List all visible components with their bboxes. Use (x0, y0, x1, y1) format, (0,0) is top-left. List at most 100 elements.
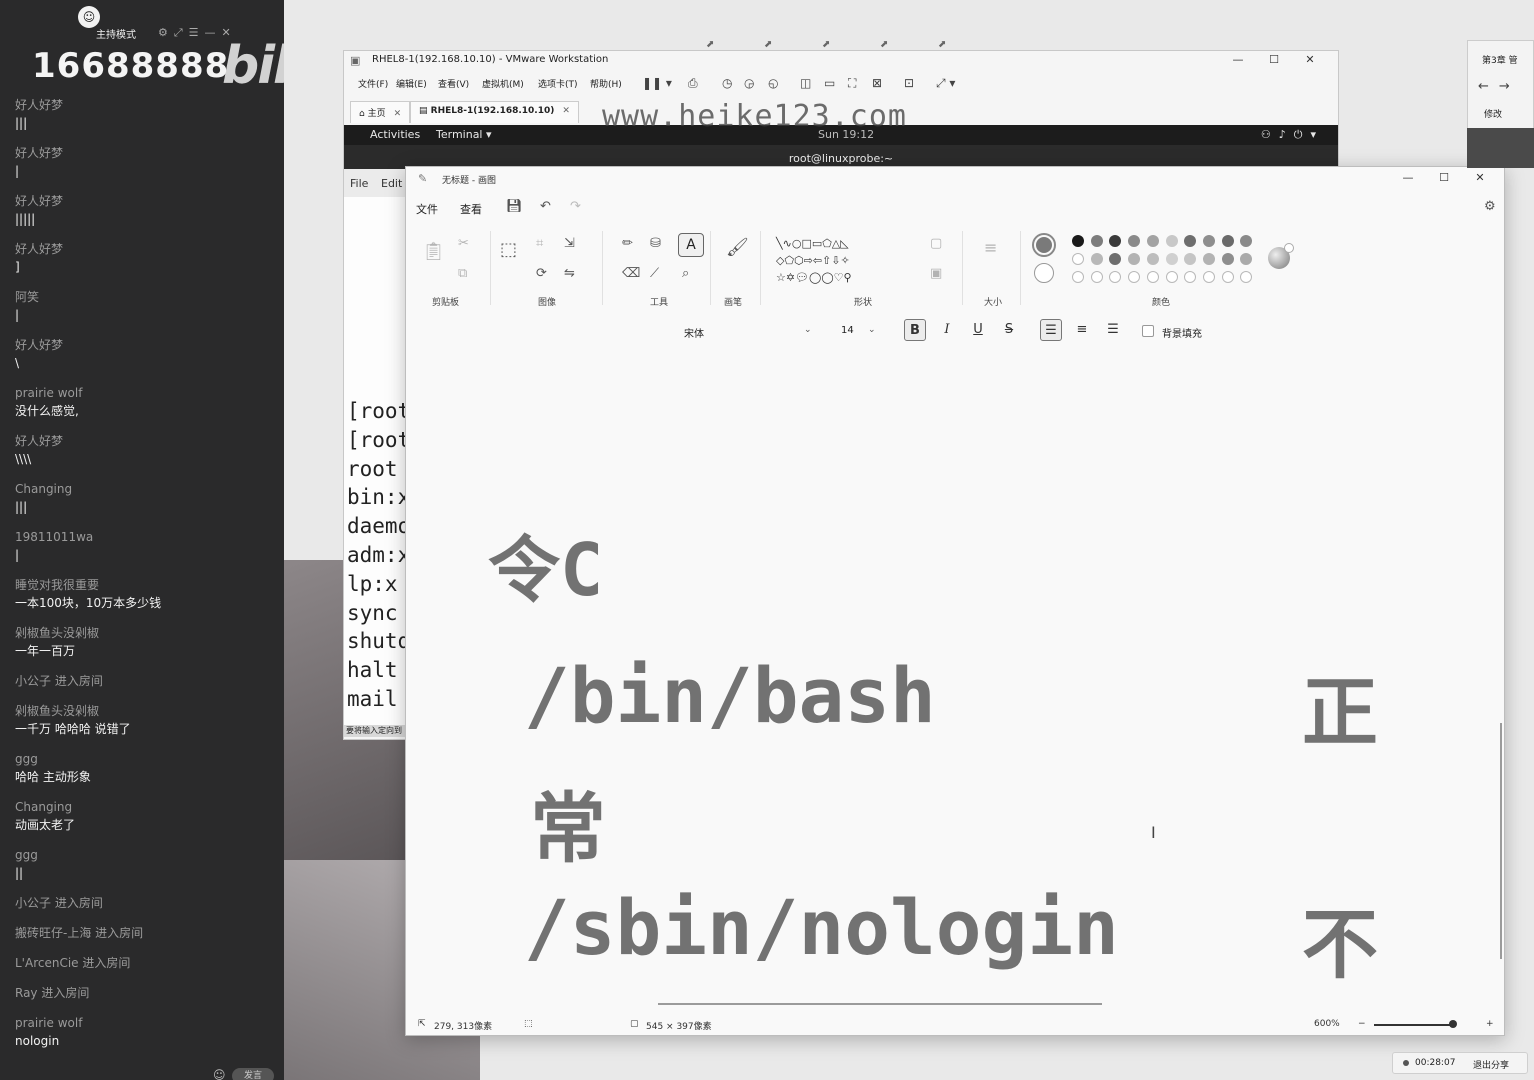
send-button[interactable]: 发言 (232, 1068, 274, 1080)
close-button[interactable]: ✕ (1462, 171, 1498, 184)
desktop-shortcut-icon[interactable]: ⬈ (938, 40, 948, 50)
magnifier-icon[interactable]: ⌕ (682, 267, 689, 281)
crop-icon[interactable]: ⌗ (536, 237, 543, 251)
brush-icon[interactable]: 🖌︎ (726, 239, 749, 257)
menu-tabs[interactable]: 选项卡(T) (538, 77, 578, 90)
unity-icon[interactable]: ⊠ (872, 76, 882, 90)
exit-share-button[interactable]: 退出分享 (1473, 1058, 1509, 1071)
color-swatch[interactable] (1090, 271, 1103, 283)
horizontal-scrollbar[interactable] (658, 1003, 1102, 1005)
color-swatch[interactable] (1221, 271, 1234, 283)
color-swatch[interactable] (1165, 271, 1178, 283)
outline-icon[interactable]: ▢ (930, 237, 942, 251)
tab-vm[interactable]: ▤ RHEL8-1(192.168.10.10) ✕ (410, 101, 579, 123)
color-swatch[interactable] (1184, 235, 1197, 247)
underline-button[interactable]: U (967, 319, 989, 341)
color-swatch[interactable] (1072, 253, 1084, 265)
minimize-button[interactable]: — (1390, 171, 1426, 184)
bold-button[interactable]: B (904, 319, 926, 341)
color-swatch[interactable] (1090, 253, 1103, 265)
save-icon[interactable]: 💾︎ (506, 199, 523, 214)
host-avatar[interactable]: ☺ (78, 6, 100, 28)
tab-home[interactable]: ⌂ 主页 ✕ (350, 101, 411, 123)
vmware-titlebar[interactable]: ▣ RHEL8-1(192.168.10.10) - VMware Workst… (344, 51, 1338, 71)
align-left-icon[interactable]: ☰ (1040, 319, 1062, 341)
snapshot-icon[interactable]: ◷ (722, 76, 732, 90)
terminal-app-menu[interactable]: Terminal ▾ (436, 128, 492, 141)
browser-nav-icons[interactable]: ←→ (1478, 79, 1520, 94)
stretch-icon[interactable]: ⤢ ▾ (936, 76, 955, 91)
size-icon[interactable]: ≡ (984, 240, 997, 256)
italic-button[interactable]: I (936, 319, 958, 341)
desktop-shortcut-icon[interactable]: ⬈ (764, 40, 774, 50)
copy-icon[interactable]: ⧉ (458, 267, 467, 281)
shapes-row-2[interactable]: ◇⬠⬡⇨⇦⇧⇩✧ (776, 254, 850, 267)
minimize-button[interactable]: — (1220, 53, 1256, 66)
zoom-out-button[interactable]: − (1358, 1019, 1366, 1029)
align-right-icon[interactable]: ☰ (1102, 319, 1124, 341)
color-swatch[interactable] (1165, 235, 1178, 247)
color-swatch[interactable] (1221, 235, 1234, 247)
color-swatch[interactable] (1184, 253, 1197, 265)
close-tab-icon[interactable]: ✕ (394, 109, 402, 119)
cut-icon[interactable]: ✂ (458, 237, 469, 251)
secondary-color[interactable] (1034, 263, 1054, 283)
emoji-icon[interactable]: ☺ (213, 1068, 226, 1080)
desktop-shortcut-icon[interactable]: ⬈ (822, 40, 832, 50)
maximize-button[interactable]: ☐ (1426, 171, 1462, 184)
color-swatch[interactable] (1128, 235, 1141, 247)
menu-view[interactable]: 查看(V) (438, 77, 469, 90)
thumbnail-icon[interactable]: ▭ (824, 76, 835, 90)
color-swatch[interactable] (1146, 235, 1159, 247)
desktop-shortcut-icon[interactable]: ⬈ (880, 40, 890, 50)
terminal-menu-file[interactable]: File (350, 177, 368, 190)
system-menu-icons[interactable]: ⚇♪⏻▾ (1261, 128, 1324, 142)
paint-menu-view[interactable]: 查看 (460, 201, 482, 217)
rotate-icon[interactable]: ⟳ (536, 267, 547, 281)
close-button[interactable]: ✕ (1292, 53, 1328, 66)
paint-titlebar[interactable]: ✎ 无标题 - 画图 — ☐ ✕ (406, 167, 1504, 191)
zoom-slider-thumb[interactable] (1449, 1020, 1457, 1028)
color-swatch[interactable] (1202, 253, 1215, 265)
color-swatch[interactable] (1109, 235, 1122, 247)
color-swatch[interactable] (1072, 271, 1084, 283)
color-swatch[interactable] (1090, 235, 1103, 247)
shapes-row-3[interactable]: ☆✡💬︎◯◯♡⚲ (776, 271, 852, 284)
color-swatch[interactable] (1109, 253, 1122, 265)
shape-fill-icon[interactable]: ▣ (930, 267, 942, 281)
menu-help[interactable]: 帮助(H) (590, 77, 622, 90)
color-swatch[interactable] (1128, 271, 1141, 283)
color-swatch[interactable] (1240, 235, 1253, 247)
pause-icon[interactable]: ❚❚ ▾ (642, 76, 672, 90)
color-swatch[interactable] (1184, 271, 1197, 283)
background-fill-checkbox[interactable] (1142, 325, 1154, 337)
color-swatch[interactable] (1240, 271, 1253, 283)
browser-edit-link[interactable]: 修改 (1484, 107, 1502, 120)
color-swatch[interactable] (1202, 271, 1215, 283)
menu-edit[interactable]: 编辑(E) (396, 77, 427, 90)
terminal-menu-edit[interactable]: Edit (381, 177, 402, 190)
menu-file[interactable]: 文件(F) (358, 77, 388, 90)
settings-share-icon[interactable]: ⚙ (1484, 199, 1496, 214)
color-swatch[interactable] (1221, 253, 1234, 265)
revert-snapshot-icon[interactable]: ◶ (744, 76, 754, 90)
send-ctrl-alt-del-icon[interactable]: ⎙ (688, 76, 698, 91)
color-swatch[interactable] (1109, 271, 1122, 283)
undo-icon[interactable]: ↶ (540, 199, 551, 214)
align-center-icon[interactable]: ≡ (1071, 319, 1093, 341)
color-picker-icon[interactable]: ⟋ (650, 267, 659, 281)
zoom-in-button[interactable]: + (1486, 1019, 1494, 1029)
fill-icon[interactable]: ⛁ (650, 237, 661, 251)
fullscreen-icon[interactable]: ⛶ (848, 76, 856, 91)
select-icon[interactable]: ⬚ (500, 241, 517, 259)
eraser-icon[interactable]: ⌫ (622, 267, 640, 281)
strikethrough-button[interactable]: S (998, 319, 1020, 341)
color-swatch[interactable] (1146, 253, 1159, 265)
flip-icon[interactable]: ⇋ (564, 267, 575, 281)
color-swatch[interactable] (1146, 271, 1159, 283)
text-tool-button[interactable]: A (678, 233, 704, 257)
desktop-shortcut-icon[interactable]: ⬈ (706, 40, 716, 50)
sidebar-toggle-icon[interactable]: ◫ (800, 76, 811, 90)
vertical-scrollbar[interactable] (1500, 723, 1502, 959)
menu-vm[interactable]: 虚拟机(M) (482, 77, 524, 90)
